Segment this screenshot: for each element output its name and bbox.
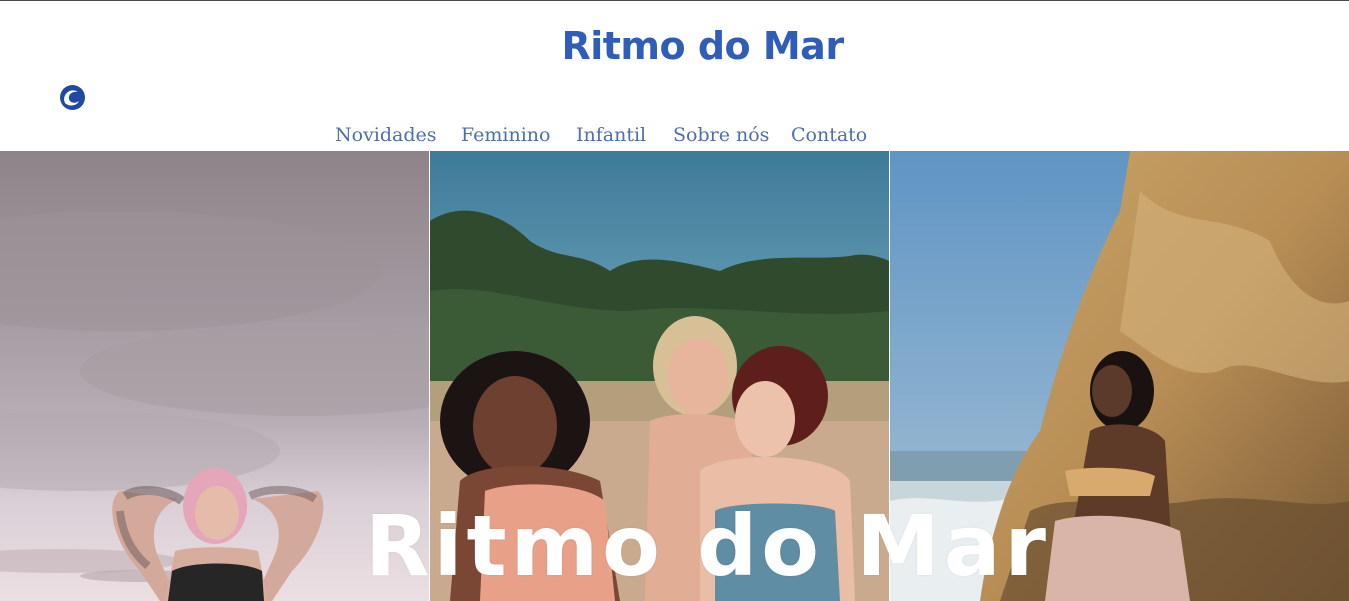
nav-item-contato[interactable]: Contato — [791, 122, 867, 148]
nav-item-feminino[interactable]: Feminino — [461, 122, 576, 148]
hero-title: Ritmo do Mar — [365, 497, 1050, 595]
nav-item-sobre-nos[interactable]: Sobre nós — [673, 122, 791, 148]
wave-icon[interactable] — [59, 84, 86, 111]
main-nav: Novidades Feminino Infantil Sobre nós Co… — [335, 122, 867, 148]
top-divider — [0, 0, 1349, 1]
site-title[interactable]: Ritmo do Mar — [0, 22, 1349, 70]
page: Ritmo do Mar Novidades Feminino Infantil… — [0, 0, 1349, 601]
nav-item-novidades[interactable]: Novidades — [335, 122, 461, 148]
nav-item-infantil[interactable]: Infantil — [576, 122, 673, 148]
hero-gallery: Ritmo do Mar — [0, 151, 1349, 601]
